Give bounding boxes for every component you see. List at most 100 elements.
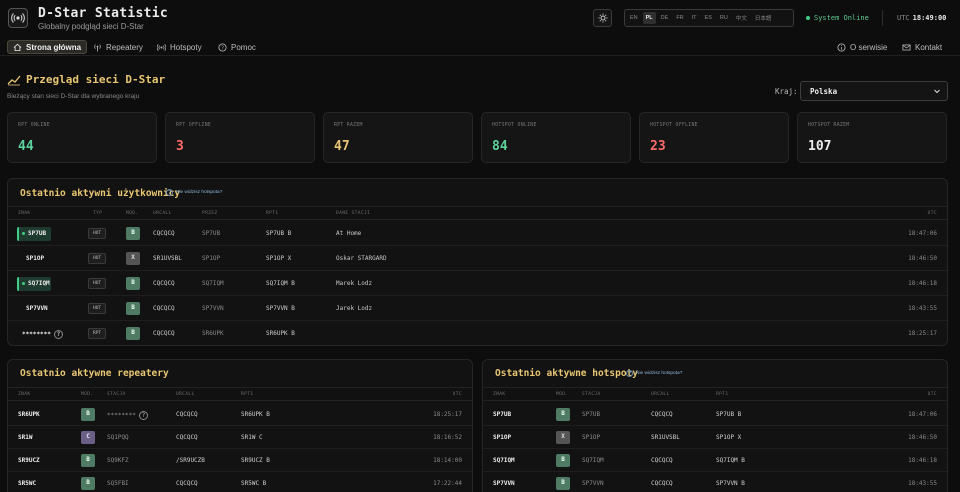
hotspot-help-label: Nie widzisz hotspota?	[176, 190, 223, 195]
callsign[interactable]: SP1OP	[493, 434, 511, 441]
rpt1: SP7VVN B	[266, 305, 295, 312]
table-row[interactable]: SR1W C SQ1PQQ CQCQCQ SR1W C 18:16:52	[8, 426, 472, 449]
stat-card-hotspot-total: HOTSPOT RAZEM 107	[797, 112, 947, 163]
stat-label: RPT ONLINE	[18, 123, 50, 128]
divider	[882, 10, 883, 26]
chart-icon	[7, 75, 21, 86]
stat-label: RPT OFFLINE	[176, 123, 212, 128]
column-header: RPT1	[266, 211, 279, 216]
utc-time: 18:46:18	[908, 280, 937, 287]
column-header: MOD.	[126, 211, 139, 216]
recent-users-title: Ostatnio aktywni użytkownicy	[20, 188, 181, 199]
system-status: System Online	[806, 14, 869, 22]
lang-fr[interactable]: FR	[673, 12, 686, 24]
table-header: ZNAK MOD. STACJA URCALL RPT1 UTC	[8, 387, 472, 401]
table-row[interactable]: SR6UPK B ********? CQCQCQ SR6UPK B 18:25…	[8, 403, 472, 426]
callsign[interactable]: SQ7IQM	[17, 277, 51, 291]
module-badge: B	[126, 327, 140, 340]
module-badge: B	[556, 477, 570, 490]
lang-it[interactable]: IT	[689, 12, 700, 24]
callsign[interactable]: SQ7IQM	[493, 457, 515, 464]
station: ********?	[107, 411, 148, 420]
column-header: DANE STACJI	[336, 211, 371, 216]
question-icon: ?	[166, 189, 173, 196]
type-badge: HOT	[88, 278, 107, 289]
hotspot-icon	[157, 43, 166, 51]
type-badge: RPT	[88, 328, 107, 339]
callsign[interactable]: SR9UCZ	[18, 457, 40, 464]
table-row[interactable]: SQ7IQM HOT B CQCQCQ SQ7IQM SQ7IQM B Mare…	[8, 272, 947, 296]
lang-ru[interactable]: RU	[717, 12, 731, 24]
callsign[interactable]: SP7UB	[493, 411, 511, 418]
country-label: Kraj:	[775, 87, 798, 96]
table-row[interactable]: ********? RPT B CQCQCQ SR6UPK SR6UPK B 1…	[8, 322, 947, 345]
hotspot-help-link[interactable]: ? Nie widzisz hotspota?	[166, 189, 222, 196]
nav-help[interactable]: ? Pomoc	[213, 40, 261, 54]
station: SP7VVN	[582, 480, 604, 487]
column-header: MOD.	[556, 392, 569, 397]
nav-repeaters[interactable]: Repeatery	[88, 40, 148, 54]
callsign[interactable]: SR6UPK	[18, 411, 40, 418]
column-header: ZNAK	[18, 392, 31, 397]
urcall: CQCQCQ	[153, 305, 175, 312]
table-row[interactable]: SP1OP X SP1OP SR1UVSBL SP1OP X 18:46:50	[483, 426, 947, 449]
rpt1: SR5WC B	[241, 480, 267, 487]
nav-contact[interactable]: Kontakt	[897, 40, 947, 54]
table-row[interactable]: SR9UCZ B SQ9KFZ /SR9UCZB SR9UCZ B 18:14:…	[8, 449, 472, 472]
module-badge: B	[126, 302, 140, 315]
theme-toggle-button[interactable]	[593, 9, 612, 27]
utc-time: 18:25:17	[908, 330, 937, 337]
country-select[interactable]: Polska	[800, 81, 948, 101]
lang-de[interactable]: DE	[658, 12, 672, 24]
callsign[interactable]: SP7VVN	[17, 302, 51, 316]
station-data: Jarek Lodz	[336, 305, 373, 312]
nav-hotspots[interactable]: Hotspoty	[152, 40, 207, 54]
utc-time: 18:47:06	[908, 230, 937, 237]
nav-about[interactable]: O serwisie	[832, 40, 892, 54]
recent-hotspots-title: Ostatnio aktywne hotspoty	[495, 368, 638, 379]
table-row[interactable]: SQ7IQM B SQ7IQM CQCQCQ SQ7IQM B 18:46:18	[483, 449, 947, 472]
recent-repeaters-panel: Ostatnio aktywne repeatery ZNAK MOD. STA…	[7, 359, 473, 492]
home-icon	[13, 43, 22, 51]
chevron-down-icon	[934, 89, 940, 94]
column-header: UTC	[452, 392, 462, 397]
lang-es[interactable]: ES	[702, 12, 715, 24]
callsign[interactable]: SP7UB	[17, 227, 51, 241]
column-header: URCALL	[153, 211, 172, 216]
callsign[interactable]: SP1OP	[17, 252, 51, 266]
callsign[interactable]: SR5WC	[18, 480, 36, 487]
stat-card-hotspot-offline: HOTSPOT OFFLINE 23	[639, 112, 789, 163]
table-row[interactable]: SP7VVN B SP7VVN CQCQCQ SP7VVN B 18:43:55	[483, 472, 947, 492]
table-row[interactable]: SP7VVN HOT B CQCQCQ SP7VVN SP7VVN B Jare…	[8, 297, 947, 321]
module-badge: X	[126, 252, 140, 265]
app-header: D-Star Statistic Globalny podgląd sieci …	[0, 0, 960, 36]
stat-value: 23	[650, 139, 666, 154]
table-row[interactable]: SP7UB HOT B CQCQCQ SP7UB SP7UB B At Home…	[8, 222, 947, 246]
column-header: URCALL	[651, 392, 670, 397]
callsign[interactable]: SR1W	[18, 434, 32, 441]
lang-zh[interactable]: 中文	[733, 11, 750, 25]
urcall: CQCQCQ	[153, 230, 175, 237]
recent-repeaters-title: Ostatnio aktywne repeatery	[20, 368, 169, 379]
station: SQ1PQQ	[107, 434, 129, 441]
callsign[interactable]: ********?	[22, 330, 63, 339]
table-row[interactable]: SP7UB B SP7UB CQCQCQ SP7UB B 18:47:06	[483, 403, 947, 426]
lang-en[interactable]: EN	[627, 12, 641, 24]
callsign[interactable]: SP7VVN	[493, 480, 515, 487]
hotspot-help-link[interactable]: ? Nie widzisz hotspota?	[626, 370, 682, 377]
nav-home[interactable]: Strona główna	[7, 40, 88, 54]
urcall: CQCQCQ	[176, 434, 198, 441]
masked-callsign: ********	[22, 331, 51, 338]
rpt1: SQ7IQM B	[716, 457, 745, 464]
urcall: CQCQCQ	[153, 280, 175, 287]
utc-time: 18:16:52	[433, 434, 462, 441]
lang-pl[interactable]: PL	[642, 12, 656, 24]
column-header: MOD.	[81, 392, 94, 397]
lang-ja[interactable]: 日本語	[752, 11, 775, 25]
hotspot-help-label: Nie widzisz hotspota?	[636, 371, 683, 376]
rpt1: SR6UPK B	[266, 330, 295, 337]
table-row[interactable]: SR5WC B SQ5FBI CQCQCQ SR5WC B 17:22:44	[8, 472, 472, 492]
column-header: UTC	[927, 211, 937, 216]
rpt1: SR9UCZ B	[241, 457, 270, 464]
table-row[interactable]: SP1OP HOT X SR1UVSBL SP1OP SP1OP X Oskar…	[8, 247, 947, 271]
